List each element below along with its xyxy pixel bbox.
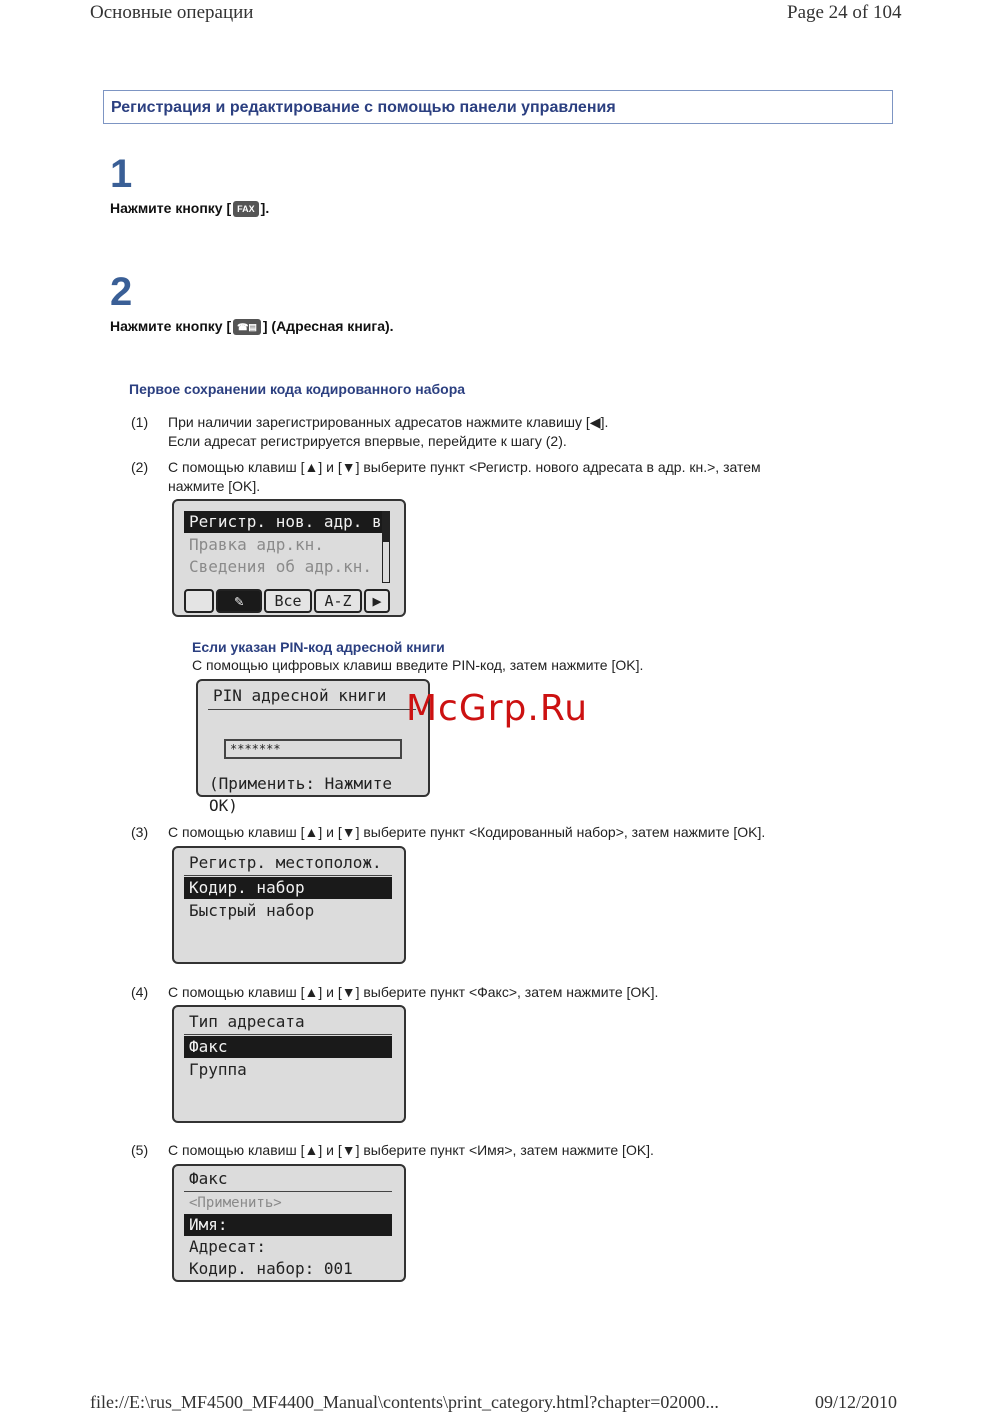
item-2-line1: С помощью клавиш [▲] и [▼] выберите пунк… <box>168 459 761 475</box>
header-left: Основные операции <box>90 2 254 23</box>
lcd-address-book-menu: Регистр. нов. адр. в Правка адр.кн. Свед… <box>172 499 406 617</box>
lcd-location-screen: Регистр. местополож. Кодир. набор Быстры… <box>172 846 406 964</box>
lcd-fax-title: Факс <box>189 1169 228 1188</box>
softkey-next-icon: ▶ <box>364 589 390 613</box>
softkey-a-z: A-Z <box>314 589 362 613</box>
lcd-row-speed-dial: Быстрый набор <box>189 901 315 920</box>
footer-path: file://E:\rus_MF4500_MF4400_Manual\conte… <box>90 1392 719 1412</box>
lcd-row-info: Сведения об адр.кн. <box>189 557 373 576</box>
lcd-scrollbar-thumb <box>383 512 389 542</box>
footer-date: 09/12/2010 <box>815 1392 898 1412</box>
lcd-type-screen: Тип адресата Факс Группа <box>172 1005 406 1123</box>
section-title: Регистрация и редактирование с помощью п… <box>111 99 616 116</box>
item-3-text: С помощью клавиш [▲] и [▼] выберите пунк… <box>168 824 766 840</box>
softkey-all: Все <box>264 589 312 613</box>
lcd-row-apply: <Применить> <box>189 1195 282 1211</box>
lcd-row-coded-dial: Кодир. набор <box>184 877 392 899</box>
step-1-text: Нажмите кнопку [FAX]. <box>110 200 270 218</box>
lcd-scrollbar <box>382 511 390 583</box>
lcd-row-name: Имя: <box>184 1214 392 1236</box>
sub-heading: Первое сохранении кода кодированного наб… <box>129 381 466 397</box>
lcd-pin-title: PIN адресной книги <box>213 686 387 705</box>
lcd-row-register-new: Регистр. нов. адр. в <box>184 511 382 533</box>
lcd-pin-field: ******* <box>224 739 402 759</box>
item-2-line2: нажмите [OK]. <box>168 478 261 494</box>
item-1-line1: При наличии зарегистрированных адресатов… <box>168 414 609 430</box>
lcd-row-destination: Адресат: <box>189 1237 267 1256</box>
lcd-row-edit: Правка адр.кн. <box>189 535 324 554</box>
item-2-text: С помощью клавиш [▲] и [▼] выберите пунк… <box>168 458 761 496</box>
step-1-number: 1 <box>110 152 133 196</box>
item-2-number: (2) <box>131 459 149 475</box>
item-1-number: (1) <box>131 414 149 430</box>
softkey-edit-icon: ✎ <box>216 589 262 613</box>
item-1-text: При наличии зарегистрированных адресатов… <box>168 413 608 451</box>
softkey-blank <box>184 589 214 613</box>
item-5-text: С помощью клавиш [▲] и [▼] выберите пунк… <box>168 1142 654 1158</box>
item-5-number: (5) <box>131 1142 149 1158</box>
step-2-text: Нажмите кнопку [☎▤] (Адресная книга). <box>110 318 394 336</box>
lcd-location-title: Регистр. местополож. <box>189 853 382 872</box>
lcd-type-title: Тип адресата <box>189 1012 305 1031</box>
lcd-pin-divider <box>208 709 416 710</box>
lcd-pin-footer: (Применить: Нажмите OK) <box>209 774 393 815</box>
step-2-text-after: ] (Адресная книга). <box>262 318 394 334</box>
lcd-row-coded-number: Кодир. набор: 001 <box>189 1259 353 1278</box>
lcd-row-group: Группа <box>189 1060 247 1079</box>
pin-note-title: Если указан PIN-код адресной книги <box>192 639 445 655</box>
page-number: Page 24 of 104 <box>787 2 902 23</box>
fax-button-icon: FAX <box>233 201 259 218</box>
step-1-text-after: ]. <box>260 200 270 216</box>
item-4-number: (4) <box>131 984 149 1000</box>
step-2-text-before: Нажмите кнопку [ <box>110 318 232 334</box>
lcd-row-fax: Факс <box>184 1036 392 1058</box>
pin-note-text: С помощью цифровых клавиш введите PIN-ко… <box>192 657 644 673</box>
lcd-pin-screen: PIN адресной книги ******* (Применить: Н… <box>196 679 430 815</box>
address-book-button-icon: ☎▤ <box>233 319 261 336</box>
item-3-number: (3) <box>131 824 149 840</box>
watermark: McGrp.Ru <box>406 688 589 729</box>
step-1-text-before: Нажмите кнопку [ <box>110 200 232 216</box>
item-1-line2: Если адресат регистрируется впервые, пер… <box>168 433 567 449</box>
lcd-fax-screen: Факс <Применить> Имя: Адресат: Кодир. на… <box>172 1164 406 1282</box>
lcd-location-divider <box>184 875 392 876</box>
step-2-number: 2 <box>110 270 133 314</box>
item-4-text: С помощью клавиш [▲] и [▼] выберите пунк… <box>168 984 659 1000</box>
lcd-type-divider <box>184 1034 392 1035</box>
